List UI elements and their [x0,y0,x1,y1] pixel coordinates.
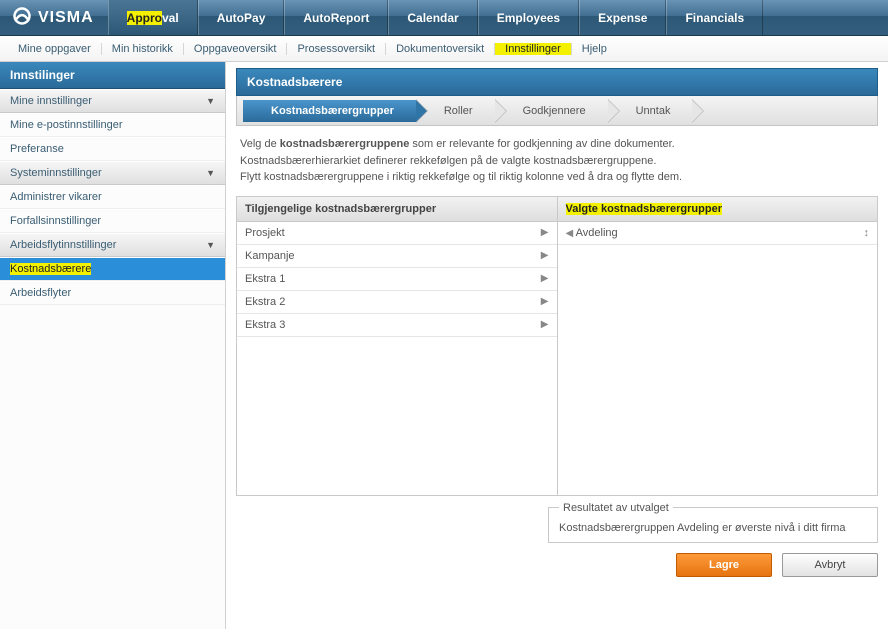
selected-header: Valgte kostnadsbærergrupper [558,197,878,222]
list-item[interactable]: Ekstra 1▶ [237,268,557,291]
subnav-item-min-historikk[interactable]: Min historikk [102,43,184,55]
sort-handle-icon[interactable]: ↕ [864,227,870,239]
sidebar-item-kostnadsbærere[interactable]: Kostnadsbærere [0,257,225,281]
chevron-right-icon: ▶ [541,227,549,238]
sidebar-item-preferanse[interactable]: Preferanse [0,137,225,161]
brand-name: VISMA [38,9,94,27]
available-body[interactable]: Prosjekt▶Kampanje▶Ekstra 1▶Ekstra 2▶Ekst… [237,222,557,495]
save-button[interactable]: Lagre [676,553,772,577]
main: Kostnadsbærere KostnadsbærergrupperRolle… [226,62,888,629]
list-item[interactable]: Prosjekt▶ [237,222,557,245]
result-legend: Resultatet av utvalget [559,502,673,514]
selected-column: Valgte kostnadsbærergrupper Avdeling↕ [557,197,878,495]
subnav-item-hjelp[interactable]: Hjelp [572,43,617,55]
dual-list: Tilgjengelige kostnadsbærergrupper Prosj… [236,196,878,496]
result-fieldset: Resultatet av utvalget Kostnadsbærergrup… [548,502,878,543]
sidebar-groups: Mine innstillinger▼Mine e-postinnstillin… [0,89,225,305]
chevron-right-icon: ▶ [541,319,549,330]
button-row: Lagre Avbryt [236,553,878,577]
chevron-down-icon: ▼ [206,240,215,250]
topnav-tab-financials[interactable]: Financials [666,0,763,35]
sidebar-item-administrer-vikarer[interactable]: Administrer vikarer [0,185,225,209]
sidebar-title: Innstilinger [0,62,225,89]
cancel-button[interactable]: Avbryt [782,553,878,577]
subnav-item-dokumentoversikt[interactable]: Dokumentoversikt [386,43,495,55]
list-item[interactable]: Avdeling↕ [558,222,878,245]
subnav-item-innstillinger[interactable]: Innstillinger [495,43,572,55]
description: Velg de kostnadsbærergruppene som er rel… [236,126,878,196]
available-column: Tilgjengelige kostnadsbærergrupper Prosj… [237,197,557,495]
chevron-right-icon: ▶ [541,273,549,284]
list-item[interactable]: Ekstra 3▶ [237,314,557,337]
sidebar-group-mine-innstillinger[interactable]: Mine innstillinger▼ [0,89,225,113]
topnav-tab-approval[interactable]: Approval [108,0,198,35]
sidebar-item-forfallsinnstillinger[interactable]: Forfallsinnstillinger [0,209,225,233]
available-header: Tilgjengelige kostnadsbærergrupper [237,197,557,222]
topnav-tab-employees[interactable]: Employees [478,0,579,35]
step-tab-kostnadsbærergrupper[interactable]: Kostnadsbærergrupper [243,100,416,122]
topnav-tab-calendar[interactable]: Calendar [388,0,477,35]
step-tabs: KostnadsbærergrupperRollerGodkjennereUnn… [236,96,878,126]
sidebar: Innstilinger Mine innstillinger▼Mine e-p… [0,62,226,629]
list-item[interactable]: Kampanje▶ [237,245,557,268]
topnav-tab-expense[interactable]: Expense [579,0,666,35]
sidebar-item-arbeidsflyter[interactable]: Arbeidsflyter [0,281,225,305]
subnav-item-mine-oppgaver[interactable]: Mine oppgaver [8,43,102,55]
subnav-item-oppgaveoversikt[interactable]: Oppgaveoversikt [184,43,288,55]
list-item[interactable]: Ekstra 2▶ [237,291,557,314]
selected-body[interactable]: Avdeling↕ [558,222,878,495]
chevron-down-icon: ▼ [206,168,215,178]
chevron-right-icon: ▶ [541,296,549,307]
chevron-right-icon: ▶ [541,250,549,261]
step-tab-godkjennere[interactable]: Godkjennere [495,100,608,122]
logo: VISMA [0,0,108,35]
topnav-tab-autoreport[interactable]: AutoReport [284,0,388,35]
topnav-tab-autopay[interactable]: AutoPay [198,0,285,35]
result-text: Kostnadsbærergruppen Avdeling er øverste… [559,522,867,534]
panel-title: Kostnadsbærere [236,68,878,96]
sidebar-item-mine-e-postinnstillinger[interactable]: Mine e-postinnstillinger [0,113,225,137]
sidebar-group-arbeidsflytinnstillinger[interactable]: Arbeidsflytinnstillinger▼ [0,233,225,257]
chevron-down-icon: ▼ [206,96,215,106]
topnav-tabs: ApprovalAutoPayAutoReportCalendarEmploye… [108,0,763,35]
subnav-item-prosessoversikt[interactable]: Prosessoversikt [287,43,386,55]
sidebar-group-systeminnstillinger[interactable]: Systeminnstillinger▼ [0,161,225,185]
subnav: Mine oppgaverMin historikkOppgaveoversik… [0,36,888,62]
topnav: VISMA ApprovalAutoPayAutoReportCalendarE… [0,0,888,36]
step-tab-unntak[interactable]: Unntak [608,100,693,122]
visma-logo-icon [12,6,32,29]
